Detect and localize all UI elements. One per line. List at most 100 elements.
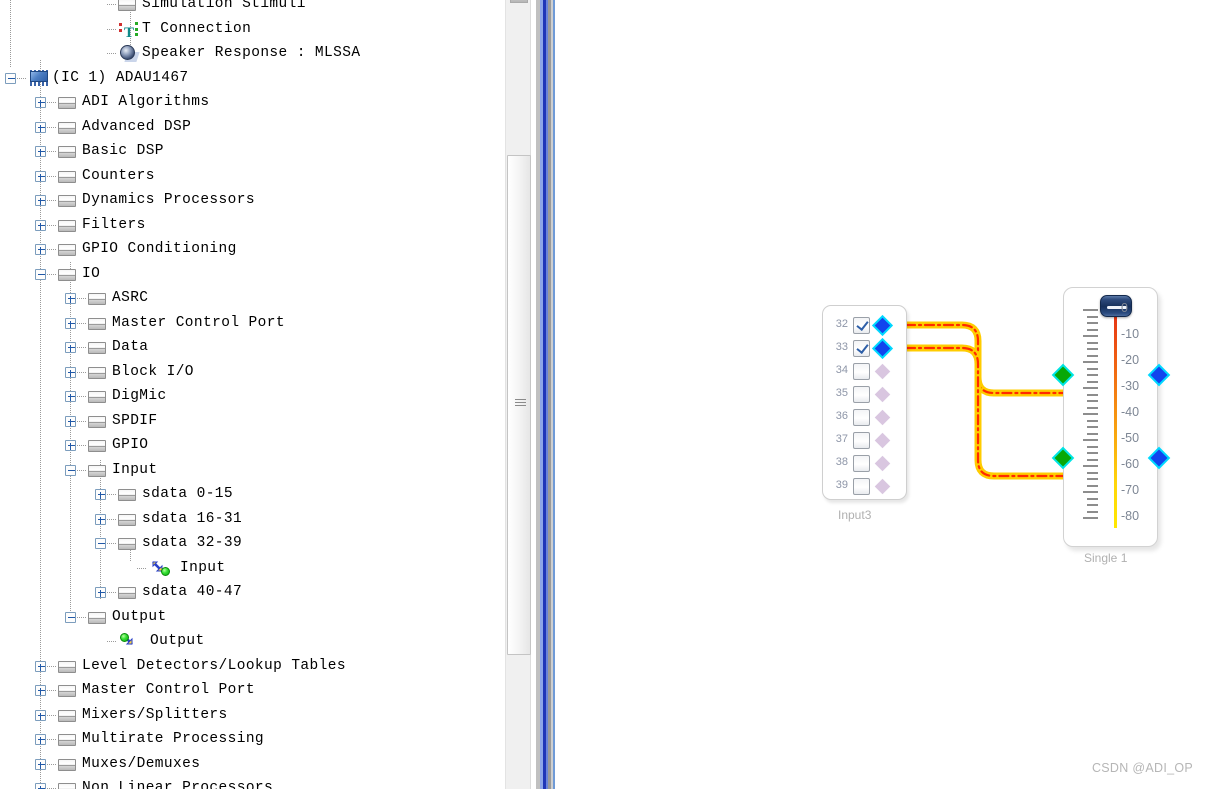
vertical-scrollbar-thumb[interactable] <box>507 155 531 655</box>
expand-icon[interactable] <box>65 366 76 378</box>
tree-row[interactable]: Simulation Stimuli <box>0 0 505 17</box>
fader-output-node-1[interactable] <box>1150 366 1168 384</box>
collapse-icon[interactable] <box>65 464 76 476</box>
tree-row[interactable]: sdata 32-39 <box>0 531 505 556</box>
channel-output-pin[interactable] <box>874 455 891 472</box>
expand-icon[interactable] <box>95 513 106 525</box>
expand-icon[interactable] <box>35 758 46 770</box>
collapse-icon[interactable] <box>65 611 76 623</box>
input-channel-row[interactable]: 37 <box>823 429 908 452</box>
input-channel-row[interactable]: 35 <box>823 383 908 406</box>
expand-icon[interactable] <box>95 587 106 598</box>
tree-row[interactable]: Mixers/Splitters <box>0 703 505 728</box>
expand-icon[interactable] <box>35 709 46 721</box>
channel-output-pin[interactable] <box>874 340 891 357</box>
input-channel-row[interactable]: 38 <box>823 452 908 475</box>
tree-row[interactable]: Advanced DSP <box>0 115 505 140</box>
fader-block-single1[interactable]: 0 -10 -20 -30 -40 -50 -60 -70 -80 <box>1054 287 1168 547</box>
tree-row[interactable]: IO <box>0 262 505 287</box>
input-channel-row[interactable]: 36 <box>823 406 908 429</box>
channel-output-pin[interactable] <box>874 409 891 426</box>
channel-checkbox[interactable] <box>853 409 870 426</box>
expand-icon[interactable] <box>65 415 76 427</box>
channel-output-pin[interactable] <box>874 386 891 403</box>
channel-checkbox[interactable] <box>853 478 870 495</box>
collapse-icon[interactable] <box>95 538 106 549</box>
expand-icon[interactable] <box>35 660 46 672</box>
tree-row[interactable]: Master Control Port <box>0 311 505 336</box>
vertical-scrollbar-track[interactable] <box>505 0 531 789</box>
tree-row[interactable]: sdata 16-31 <box>0 507 505 532</box>
tree-row[interactable]: Output <box>0 629 505 654</box>
tree-row[interactable]: SPDIF <box>0 409 505 434</box>
expand-icon[interactable] <box>35 121 46 133</box>
tree-row[interactable]: Counters <box>0 164 505 189</box>
expand-icon[interactable] <box>35 219 46 231</box>
tree-row[interactable]: Data <box>0 335 505 360</box>
channel-output-pin[interactable] <box>874 478 891 495</box>
schematic-canvas[interactable]: 32 33 34 35 36 37 38 39 Input3 0 -10 -20 -30 -40 -50… <box>557 0 1207 789</box>
expand-icon[interactable] <box>65 317 76 329</box>
expand-icon[interactable] <box>95 489 106 500</box>
scrollbar-up-button[interactable] <box>510 0 528 3</box>
folder-icon <box>88 365 106 379</box>
expand-icon[interactable] <box>35 734 46 745</box>
channel-output-pin[interactable] <box>874 363 891 380</box>
fader-output-node-2[interactable] <box>1150 449 1168 467</box>
channel-checkbox[interactable] <box>853 363 870 380</box>
input-channel-row[interactable]: 33 <box>823 337 908 360</box>
tree-row[interactable]: TT Connection <box>0 17 505 42</box>
fader-input-node-2[interactable] <box>1054 449 1072 467</box>
expand-icon[interactable] <box>35 244 46 255</box>
channel-checkbox[interactable] <box>853 317 870 334</box>
tree-row[interactable]: Output <box>0 605 505 630</box>
tree-row[interactable]: GPIO <box>0 433 505 458</box>
expand-icon[interactable] <box>35 170 46 182</box>
channel-output-pin[interactable] <box>874 317 891 334</box>
expand-icon[interactable] <box>65 293 76 304</box>
expand-icon[interactable] <box>35 97 46 108</box>
tree-row[interactable]: sdata 40-47 <box>0 580 505 605</box>
tree-row[interactable]: Input <box>0 556 505 581</box>
tree-row[interactable]: Input <box>0 458 505 483</box>
input-block-input3[interactable]: 32 33 34 35 36 37 38 39 <box>822 305 907 500</box>
channel-output-pin[interactable] <box>874 432 891 449</box>
tree-row[interactable]: Master Control Port <box>0 678 505 703</box>
fader-scale-label: -80 <box>1121 509 1140 523</box>
collapse-icon[interactable] <box>5 72 16 84</box>
tree-row[interactable]: Filters <box>0 213 505 238</box>
tree-row[interactable]: Block I/O <box>0 360 505 385</box>
tree-row[interactable]: Speaker Response : MLSSA <box>0 41 505 66</box>
expand-icon[interactable] <box>35 783 46 789</box>
tree-row[interactable]: DigMic <box>0 384 505 409</box>
tree-row[interactable]: Level Detectors/Lookup Tables <box>0 654 505 679</box>
expand-icon[interactable] <box>35 146 46 157</box>
input-channel-row[interactable]: 32 <box>823 314 908 337</box>
tree-row[interactable]: sdata 0-15 <box>0 482 505 507</box>
fader-input-node-1[interactable] <box>1054 366 1072 384</box>
channel-checkbox[interactable] <box>853 386 870 403</box>
input-channel-row[interactable]: 34 <box>823 360 908 383</box>
tree-row[interactable]: ASRC <box>0 286 505 311</box>
channel-checkbox[interactable] <box>853 432 870 449</box>
tree-row[interactable]: Non Linear Processors <box>0 776 505 789</box>
component-tree-panel[interactable]: Simulation Stimuli T T Connection Speaker R… <box>0 0 505 789</box>
channel-checkbox[interactable] <box>853 340 870 357</box>
tree-row[interactable]: GPIO Conditioning <box>0 237 505 262</box>
expand-icon[interactable] <box>35 685 46 696</box>
tree-row[interactable]: Multirate Processing <box>0 727 505 752</box>
expand-icon[interactable] <box>35 195 46 206</box>
tree-row[interactable]: (IC 1) ADAU1467 <box>0 66 505 91</box>
expand-icon[interactable] <box>65 440 76 451</box>
collapse-icon[interactable] <box>35 268 46 280</box>
tree-row[interactable]: Basic DSP <box>0 139 505 164</box>
tree-row[interactable]: Dynamics Processors <box>0 188 505 213</box>
fader-track[interactable] <box>1114 306 1117 528</box>
tree-row[interactable]: ADI Algorithms <box>0 90 505 115</box>
tree-row[interactable]: Muxes/Demuxes <box>0 752 505 777</box>
expand-icon[interactable] <box>65 342 76 353</box>
input-channel-row[interactable]: 39 <box>823 475 908 498</box>
expand-icon[interactable] <box>65 391 76 402</box>
channel-checkbox[interactable] <box>853 455 870 472</box>
panel-splitter[interactable] <box>505 0 557 789</box>
